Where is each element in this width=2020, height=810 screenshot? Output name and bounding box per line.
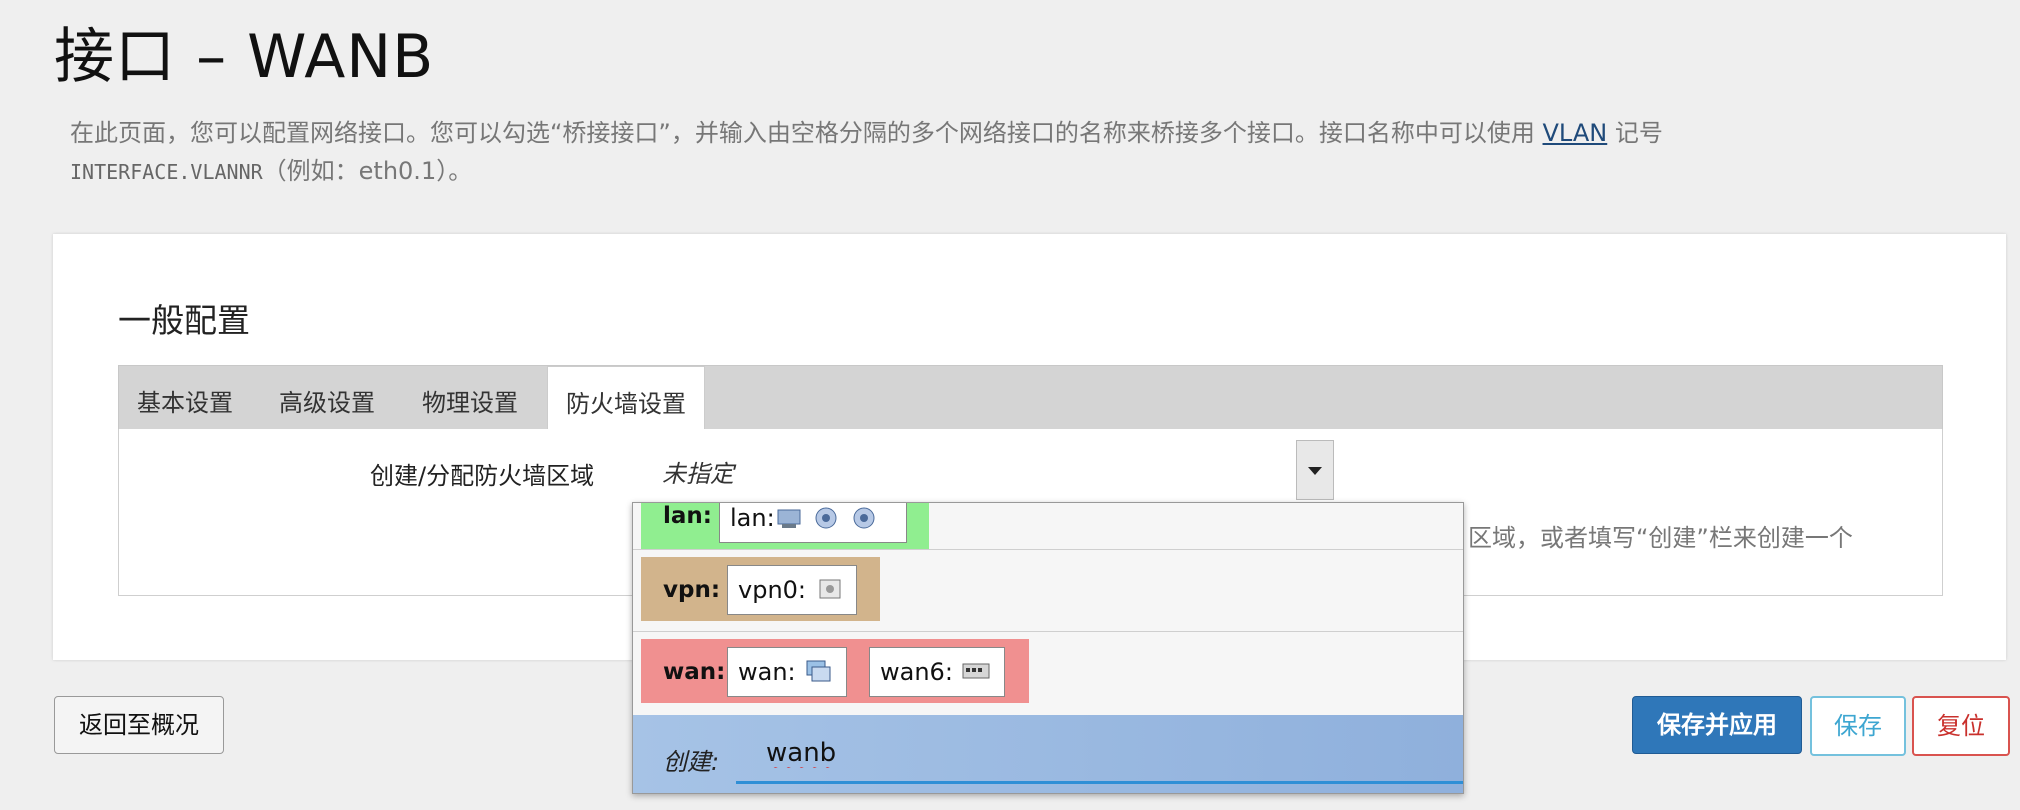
back-to-overview-button[interactable]: 返回至概况 <box>54 696 224 754</box>
vlan-link[interactable]: VLAN <box>1543 119 1608 147</box>
description-text: 在此页面，您可以配置网络接口。您可以勾选“桥接接口”，并输入由空格分隔的多个网络… <box>70 119 1535 147</box>
firewall-zone-selected: 未指定 <box>662 460 734 488</box>
save-button[interactable]: 保存 <box>1810 696 1906 756</box>
zone-option-lan[interactable]: lan: lan: <box>633 503 1463 550</box>
firewall-zone-dropdown: lan: lan: vpn: vpn0: wan: wan: wan6: 创建:… <box>632 502 1464 794</box>
chevron-down-icon[interactable] <box>1296 440 1334 500</box>
network-wan6: wan6: <box>869 647 1005 697</box>
switch-icon <box>962 658 990 684</box>
tab-basic[interactable]: 基本设置 <box>119 366 251 430</box>
create-zone-row: 创建: <box>633 715 1463 793</box>
description-mono: INTERFACE.VLANNR <box>70 160 263 184</box>
ethernet-icon <box>804 658 832 684</box>
page-description: 在此页面，您可以配置网络接口。您可以勾选“桥接接口”，并输入由空格分隔的多个网络… <box>70 114 1910 191</box>
firewall-zone-select[interactable]: 未指定 <box>642 440 1334 500</box>
zone-vpn-badge: vpn: vpn0: <box>641 557 880 621</box>
tab-bar: 基本设置 高级设置 物理设置 防火墙设置 <box>118 365 1943 431</box>
reset-button[interactable]: 复位 <box>1912 696 2010 756</box>
network-wan6-label: wan6: <box>880 658 953 686</box>
network-lan: lan: <box>719 503 907 543</box>
zone-vpn-name: vpn: <box>663 577 721 603</box>
firewall-zone-label: 创建/分配防火墙区域 <box>370 462 595 490</box>
network-port-icon <box>776 504 804 530</box>
tab-advanced[interactable]: 高级设置 <box>261 366 393 430</box>
network-vpn0: vpn0: <box>727 565 857 615</box>
zone-wan-badge: wan: wan: wan6: <box>641 639 1029 703</box>
tunnel-icon <box>816 576 844 602</box>
wifi-icon <box>812 504 840 530</box>
create-zone-label: 创建: <box>663 748 720 776</box>
tab-physical[interactable]: 物理设置 <box>404 366 536 430</box>
zone-option-wan[interactable]: wan: wan: wan6: <box>633 631 1463 716</box>
network-wan-label: wan: <box>738 658 796 686</box>
network-wan: wan: <box>727 647 847 697</box>
zone-wan-name: wan: <box>663 659 726 685</box>
section-title: 一般配置 <box>118 301 250 340</box>
zone-option-vpn[interactable]: vpn: vpn0: <box>633 549 1463 632</box>
network-lan-label: lan: <box>730 504 775 532</box>
tab-firewall[interactable]: 防火墙设置 <box>547 366 705 431</box>
firewall-hint: 区域，或者填写“创建”栏来创建一个 <box>1468 524 1853 552</box>
description-after-link: 记号 <box>1614 119 1663 147</box>
wifi-icon <box>850 504 878 530</box>
network-vpn0-label: vpn0: <box>738 576 807 604</box>
create-zone-input[interactable] <box>736 725 1463 784</box>
save-and-apply-button[interactable]: 保存并应用 <box>1632 696 1802 754</box>
page-title: 接口 – WANB <box>54 22 435 92</box>
description-example: （例如：eth0.1）。 <box>262 157 473 185</box>
zone-lan-badge: lan: lan: <box>641 503 929 549</box>
zone-lan-name: lan: <box>663 503 712 529</box>
